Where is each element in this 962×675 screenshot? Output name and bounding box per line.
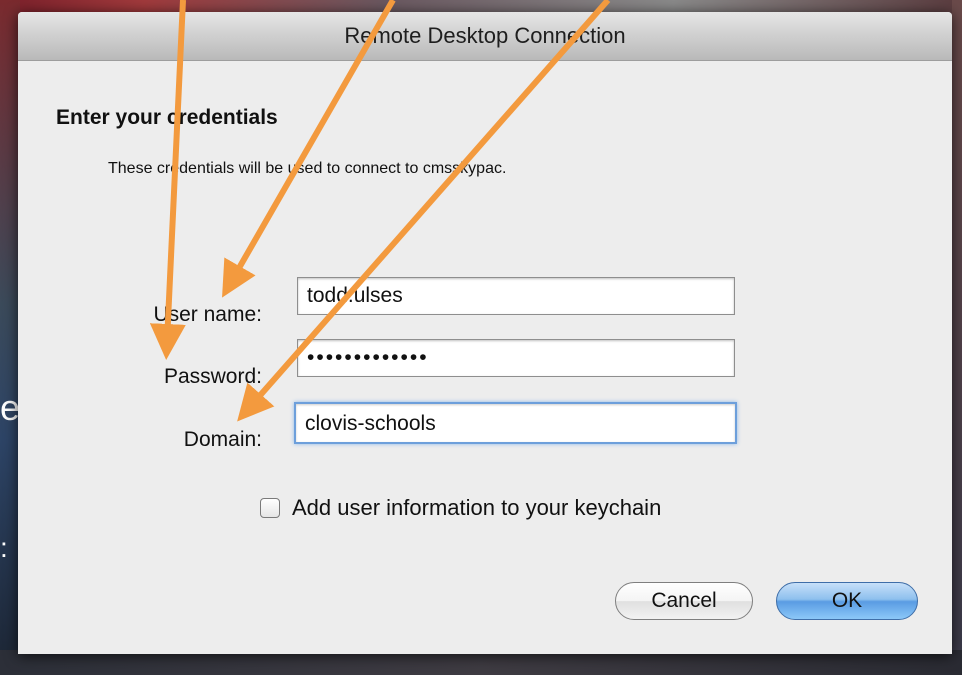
credentials-dialog: Remote Desktop Connection Enter your cre…	[18, 12, 952, 654]
keychain-checkbox-label[interactable]: Add user information to your keychain	[292, 495, 661, 521]
password-field[interactable]: •••••••••••••	[297, 339, 735, 377]
user-name-label: User name:	[153, 303, 262, 326]
password-label: Password:	[163, 365, 262, 388]
domain-field[interactable]: clovis-schools	[294, 402, 737, 444]
dialog-heading: Enter your credentials	[56, 106, 278, 129]
background-text-fragment: e	[0, 387, 21, 428]
background-text-fragment: :	[0, 532, 8, 563]
desktop-background-left: e :	[0, 0, 20, 675]
ok-button[interactable]: OK	[776, 582, 918, 620]
user-name-field[interactable]: todd.ulses	[297, 277, 735, 315]
window-title: Remote Desktop Connection	[344, 23, 626, 48]
cancel-button[interactable]: Cancel	[615, 582, 753, 620]
window-titlebar[interactable]: Remote Desktop Connection	[18, 12, 952, 61]
desktop-background-right	[952, 0, 962, 675]
dialog-subtext: These credentials will be used to connec…	[108, 160, 507, 177]
keychain-checkbox[interactable]	[260, 498, 280, 518]
domain-label: Domain:	[183, 428, 262, 451]
